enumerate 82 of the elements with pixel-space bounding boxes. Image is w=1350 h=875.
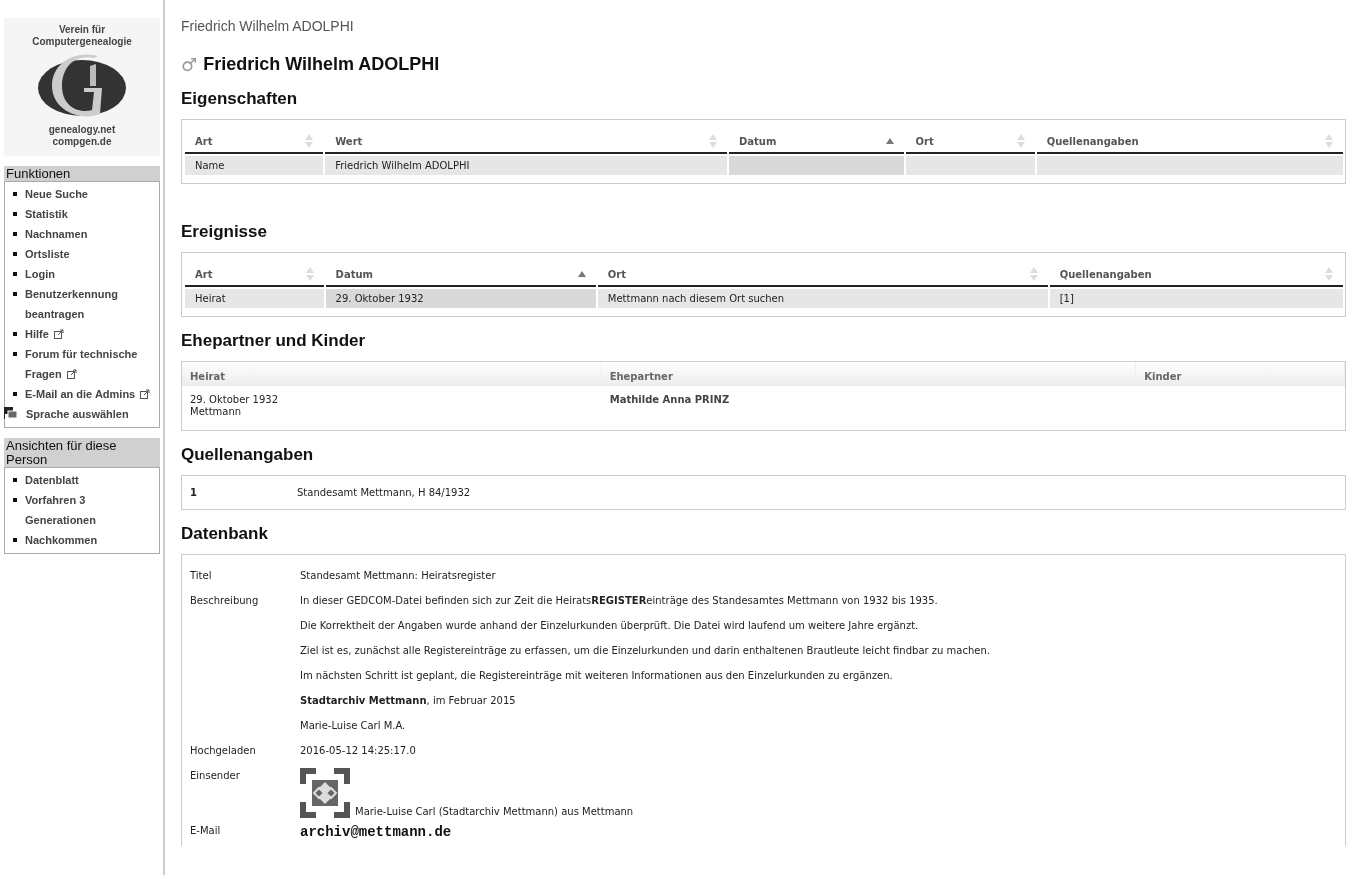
field-value: Ziel ist es, zunächst alle Registereinträge zu erfassen, um die Einzelurkunden und darin enthaltenen Brautleute leicht findbar zu machen. <box>300 644 991 658</box>
field-label: Einsender <box>190 769 241 783</box>
section-heading: Ehepartner und Kinder <box>181 331 367 351</box>
sidebar-link[interactable]: Benutzerkennung beantragen <box>25 284 159 324</box>
column-header[interactable]: Ort <box>905 128 1035 154</box>
spouse-link[interactable]: Mathilde Anna PRINZ <box>609 394 730 405</box>
bullet-icon <box>13 478 17 482</box>
sidebar-link[interactable]: Nachkommen <box>25 530 98 550</box>
sex-symbol: ♂ <box>181 54 198 75</box>
table-cell: Mettmann nach diesem Ort suchen <box>597 289 1048 308</box>
marriage-place: Mettmann <box>190 406 243 418</box>
section-heading: Eigenschaften <box>181 89 299 109</box>
column-header: Kinder <box>1136 362 1345 386</box>
column-header[interactable]: Datum <box>729 128 904 154</box>
field-value: Stadtarchiv Mettmann, im Februar 2015 <box>300 694 517 708</box>
bullet-icon <box>13 232 17 236</box>
column-header[interactable]: Art <box>185 261 324 287</box>
field-label: Hochgeladen <box>190 744 257 758</box>
flags-icon <box>4 407 18 419</box>
avatar-icon <box>300 768 350 818</box>
bullet-icon <box>13 352 17 356</box>
breadcrumb: Friedrich Wilhelm ADOLPHI <box>181 18 355 34</box>
column-header[interactable]: Datum <box>325 261 596 287</box>
field-value: In dieser GEDCOM-Datei befinden sich zur Zeit die HeiratsREGISTEReinträge des Standesamtes Mettmann von 1932 bis 1935. <box>300 594 939 608</box>
sidebar-link[interactable]: Statistik <box>25 204 68 224</box>
sidebar-link[interactable]: Hilfe <box>25 324 64 344</box>
bullet-icon <box>13 272 17 276</box>
field-value: 2016-05-12 14:25:17.0 <box>300 744 417 758</box>
sidebar-link[interactable]: Nachnamen <box>25 224 88 244</box>
sidebar-heading: Funktionen <box>4 166 160 181</box>
sidebar-link[interactable]: Sprache auswählen <box>26 404 129 424</box>
table-cell: Friedrich Wilhelm ADOLPHI <box>325 156 727 175</box>
section-heading: Ereignisse <box>181 222 268 242</box>
table-cell: Heirat <box>185 289 324 308</box>
field-label: Beschreibung <box>190 594 260 608</box>
table-cell: [1] <box>1049 289 1343 308</box>
sidebar-link[interactable]: Vorfahren 3 Generationen <box>25 490 159 530</box>
external-link-icon <box>53 329 64 339</box>
sidebar-link[interactable]: Datenblatt <box>25 470 79 490</box>
bullet-icon <box>13 392 17 396</box>
bullet-icon <box>13 538 17 542</box>
sidebar-link[interactable]: E-Mail an die Admins <box>25 384 151 404</box>
sidebar-link[interactable]: Forum für technische Fragen <box>25 344 159 384</box>
column-header[interactable]: Wert <box>325 128 727 154</box>
field-label: E-Mail <box>190 824 222 838</box>
column-header[interactable]: Quellenangaben <box>1049 261 1343 287</box>
field-value: Die Korrektheit der Angaben wurde anhand der Einzelurkunden überprüft. Die Datei wird laufend um weitere Jahre ergänzt. <box>300 619 920 633</box>
sidebar-heading: Ansichten für diese Person <box>4 438 160 467</box>
field-value: Marie-Luise Carl M.A. <box>300 719 407 733</box>
sidebar-link[interactable]: Ortsliste <box>25 244 70 264</box>
column-header[interactable]: Art <box>185 128 324 154</box>
column-header[interactable]: Ort <box>597 261 1048 287</box>
logo-text: genealogy.net <box>47 124 117 136</box>
field-value: Im nächsten Schritt ist geplant, die Registereinträge mit weiteren Informationen aus den Einzelurkunden zu ergänzen. <box>300 669 894 683</box>
column-header: Heirat <box>182 362 602 386</box>
email-link[interactable]: archiv@mettmann.de <box>300 818 1337 846</box>
section-heading: Datenbank <box>181 524 269 544</box>
logo-text: compgen.de <box>51 136 113 148</box>
sidebar-link[interactable]: Neue Suche <box>25 184 88 204</box>
submitter-name: Marie-Luise Carl (Stadtarchiv Mettmann) aus Mettmann <box>355 806 634 818</box>
field-value: Standesamt Mettmann: Heiratsregister <box>300 569 497 583</box>
external-link-icon <box>66 369 77 379</box>
bullet-icon <box>13 498 17 502</box>
source-text: Standesamt Mettmann, H 84/1932 <box>297 487 471 498</box>
bullet-icon <box>13 212 17 216</box>
column-header: Ehepartner <box>601 362 1137 386</box>
bullet-icon <box>13 192 17 196</box>
logo-icon <box>36 52 128 118</box>
section-heading: Quellenangaben <box>181 445 315 465</box>
field-label: Titel <box>190 569 213 583</box>
marriage-date: 29. Oktober 1932 <box>190 394 280 406</box>
column-header[interactable]: Quellenangaben <box>1036 128 1343 154</box>
bullet-icon <box>13 252 17 256</box>
bullet-icon <box>13 292 17 296</box>
person-name: Friedrich Wilhelm ADOLPHI <box>203 54 440 75</box>
logo-text: Verein für Computergenealogie <box>31 24 133 48</box>
table-cell: Name <box>185 156 324 175</box>
source-number: 1 <box>190 487 198 498</box>
bullet-icon <box>13 332 17 336</box>
table-cell: 29. Oktober 1932 <box>325 289 596 308</box>
sidebar-link[interactable]: Login <box>25 264 55 284</box>
external-link-icon <box>140 389 151 399</box>
